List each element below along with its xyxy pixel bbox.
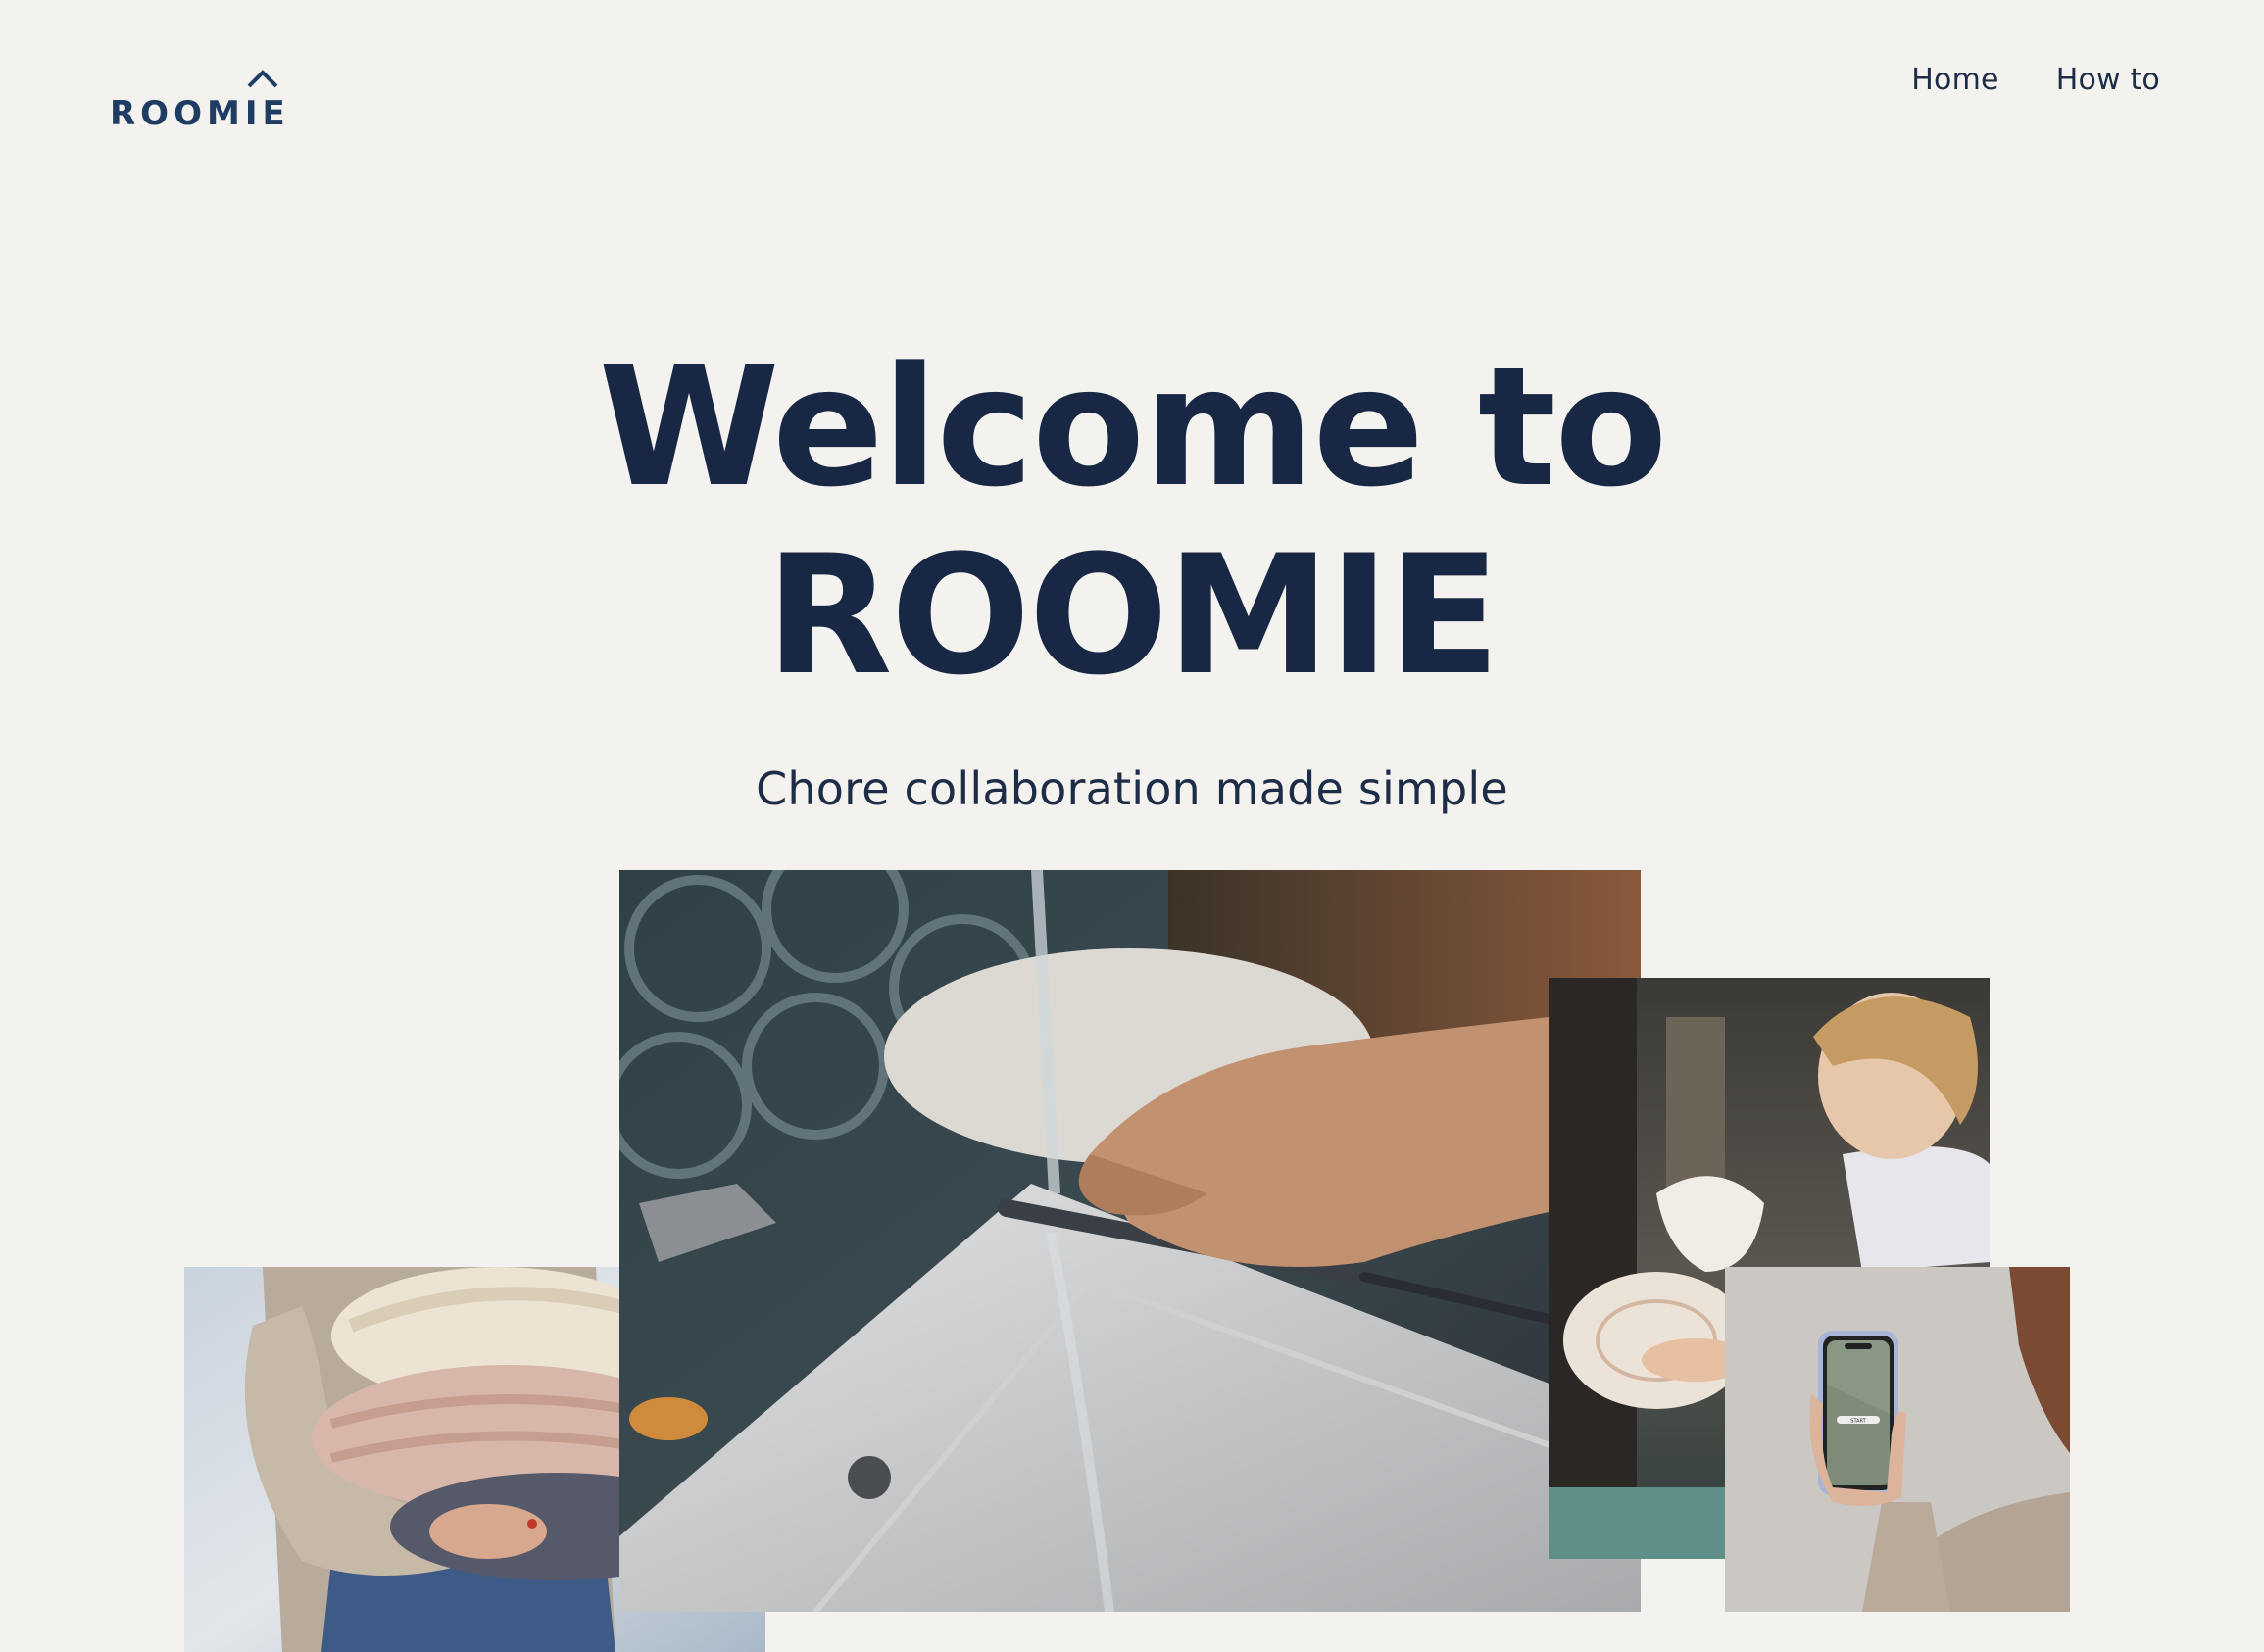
main-nav: Home How to (1911, 63, 2160, 97)
roomie-logo[interactable]: ROOMIE (110, 69, 290, 143)
hero-title: Welcome to ROOMIE (0, 333, 2264, 709)
phone-start-label: START (1850, 1419, 1866, 1425)
phone-app-photo: START (1725, 1267, 2070, 1612)
washing-dishes-photo (619, 870, 1641, 1612)
hero-title-line-2: ROOMIE (765, 519, 1500, 711)
nav-link-how-to[interactable]: How to (2056, 63, 2160, 97)
logo-text: ROOMIE (110, 94, 290, 133)
nav-link-home[interactable]: Home (1911, 63, 1998, 97)
hero-subtitle: Chore collaboration made simple (756, 762, 1508, 815)
house-roof-icon (247, 70, 278, 88)
hero-title-line-1: Welcome to (598, 331, 1667, 523)
